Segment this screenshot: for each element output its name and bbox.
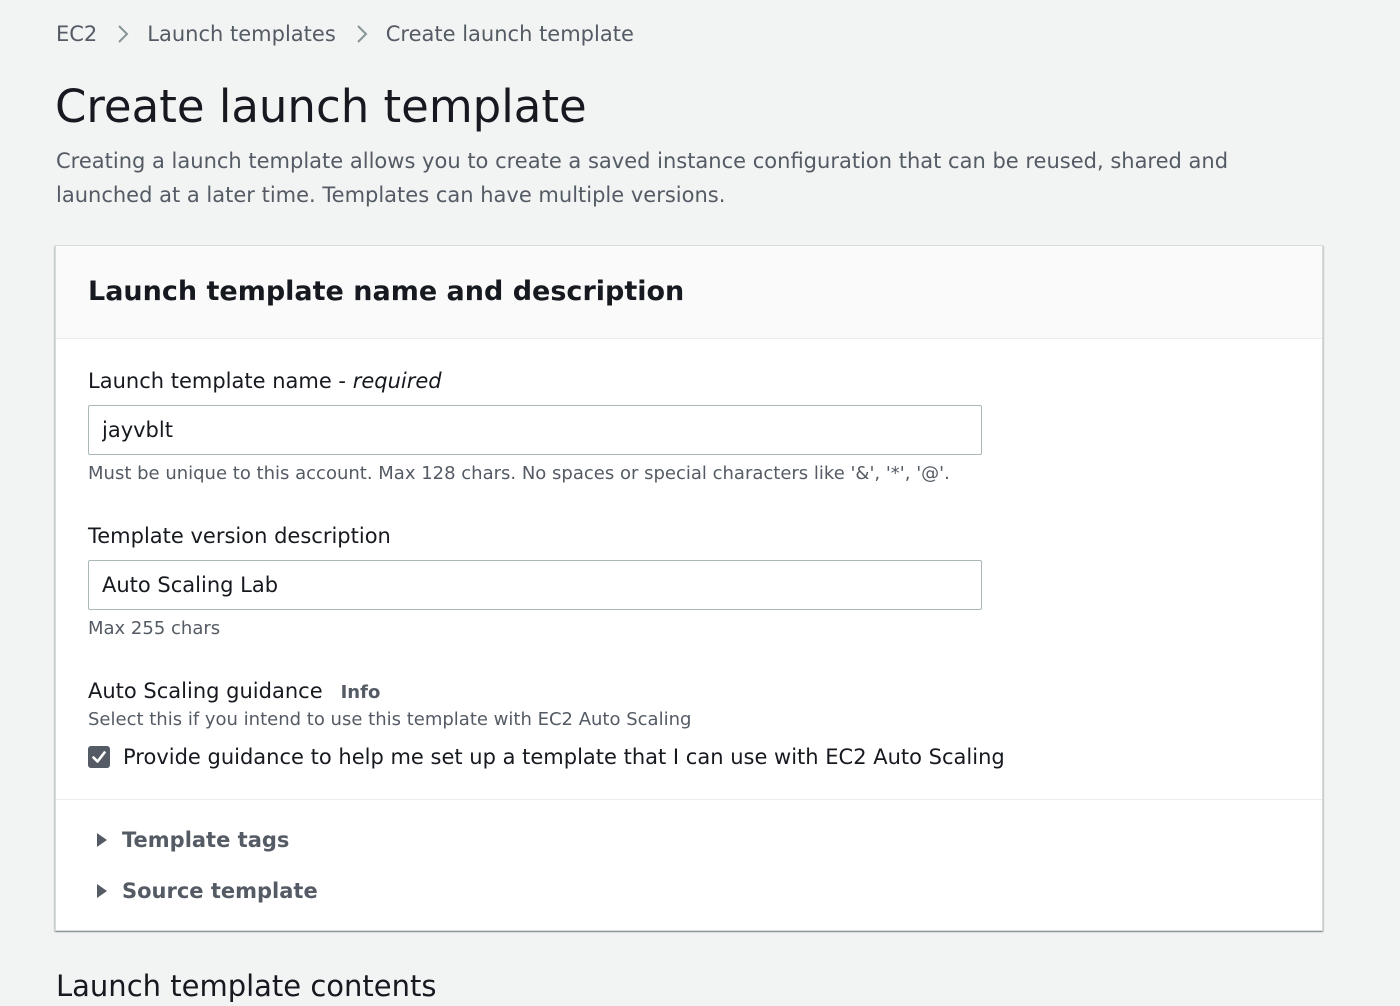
version-description-label: Template version description	[88, 524, 391, 548]
guidance-checkbox[interactable]	[88, 746, 110, 768]
source-template-label: Source template	[122, 879, 318, 903]
name-description-panel: Launch template name and description Lau…	[55, 245, 1323, 931]
auto-scaling-guidance-label-text: Auto Scaling guidance	[88, 679, 323, 703]
breadcrumb-item-current: Create launch template	[385, 22, 634, 46]
caret-right-icon	[96, 832, 108, 848]
required-marker: required	[352, 369, 442, 393]
caret-right-icon	[96, 883, 108, 899]
template-name-label-text: Launch template name -	[88, 369, 353, 393]
auto-scaling-guidance-label: Auto Scaling guidance Info	[88, 677, 380, 707]
chevron-right-icon	[117, 24, 129, 44]
panel-header: Launch template name and description	[56, 246, 1322, 339]
template-tags-expander[interactable]: Template tags	[96, 826, 289, 854]
template-name-input[interactable]	[88, 405, 982, 455]
guidance-checkbox-label: Provide guidance to help me set up a tem…	[123, 745, 1005, 769]
template-name-hint: Must be unique to this account. Max 128 …	[88, 463, 950, 484]
panel-title: Launch template name and description	[88, 276, 685, 307]
breadcrumb: EC2 Launch templates Create launch templ…	[56, 18, 634, 50]
version-description-input[interactable]	[88, 560, 982, 610]
auto-scaling-guidance-option[interactable]: Provide guidance to help me set up a tem…	[88, 743, 1005, 771]
breadcrumb-item-launch-templates[interactable]: Launch templates	[147, 22, 335, 46]
breadcrumb-item-ec2[interactable]: EC2	[56, 22, 97, 46]
template-tags-label: Template tags	[122, 828, 290, 852]
auto-scaling-guidance-hint: Select this if you intend to use this te…	[88, 709, 692, 730]
panel-divider	[56, 799, 1322, 800]
page-title: Create launch template	[55, 80, 587, 133]
checkmark-icon	[92, 751, 106, 763]
source-template-expander[interactable]: Source template	[96, 877, 318, 905]
page-description: Creating a launch template allows you to…	[56, 149, 1229, 207]
launch-template-contents-title: Launch template contents	[56, 969, 437, 1003]
version-description-hint: Max 255 chars	[88, 618, 221, 639]
chevron-right-icon	[356, 24, 368, 44]
info-link[interactable]: Info	[341, 682, 381, 703]
template-name-label: Launch template name - required	[88, 367, 442, 395]
